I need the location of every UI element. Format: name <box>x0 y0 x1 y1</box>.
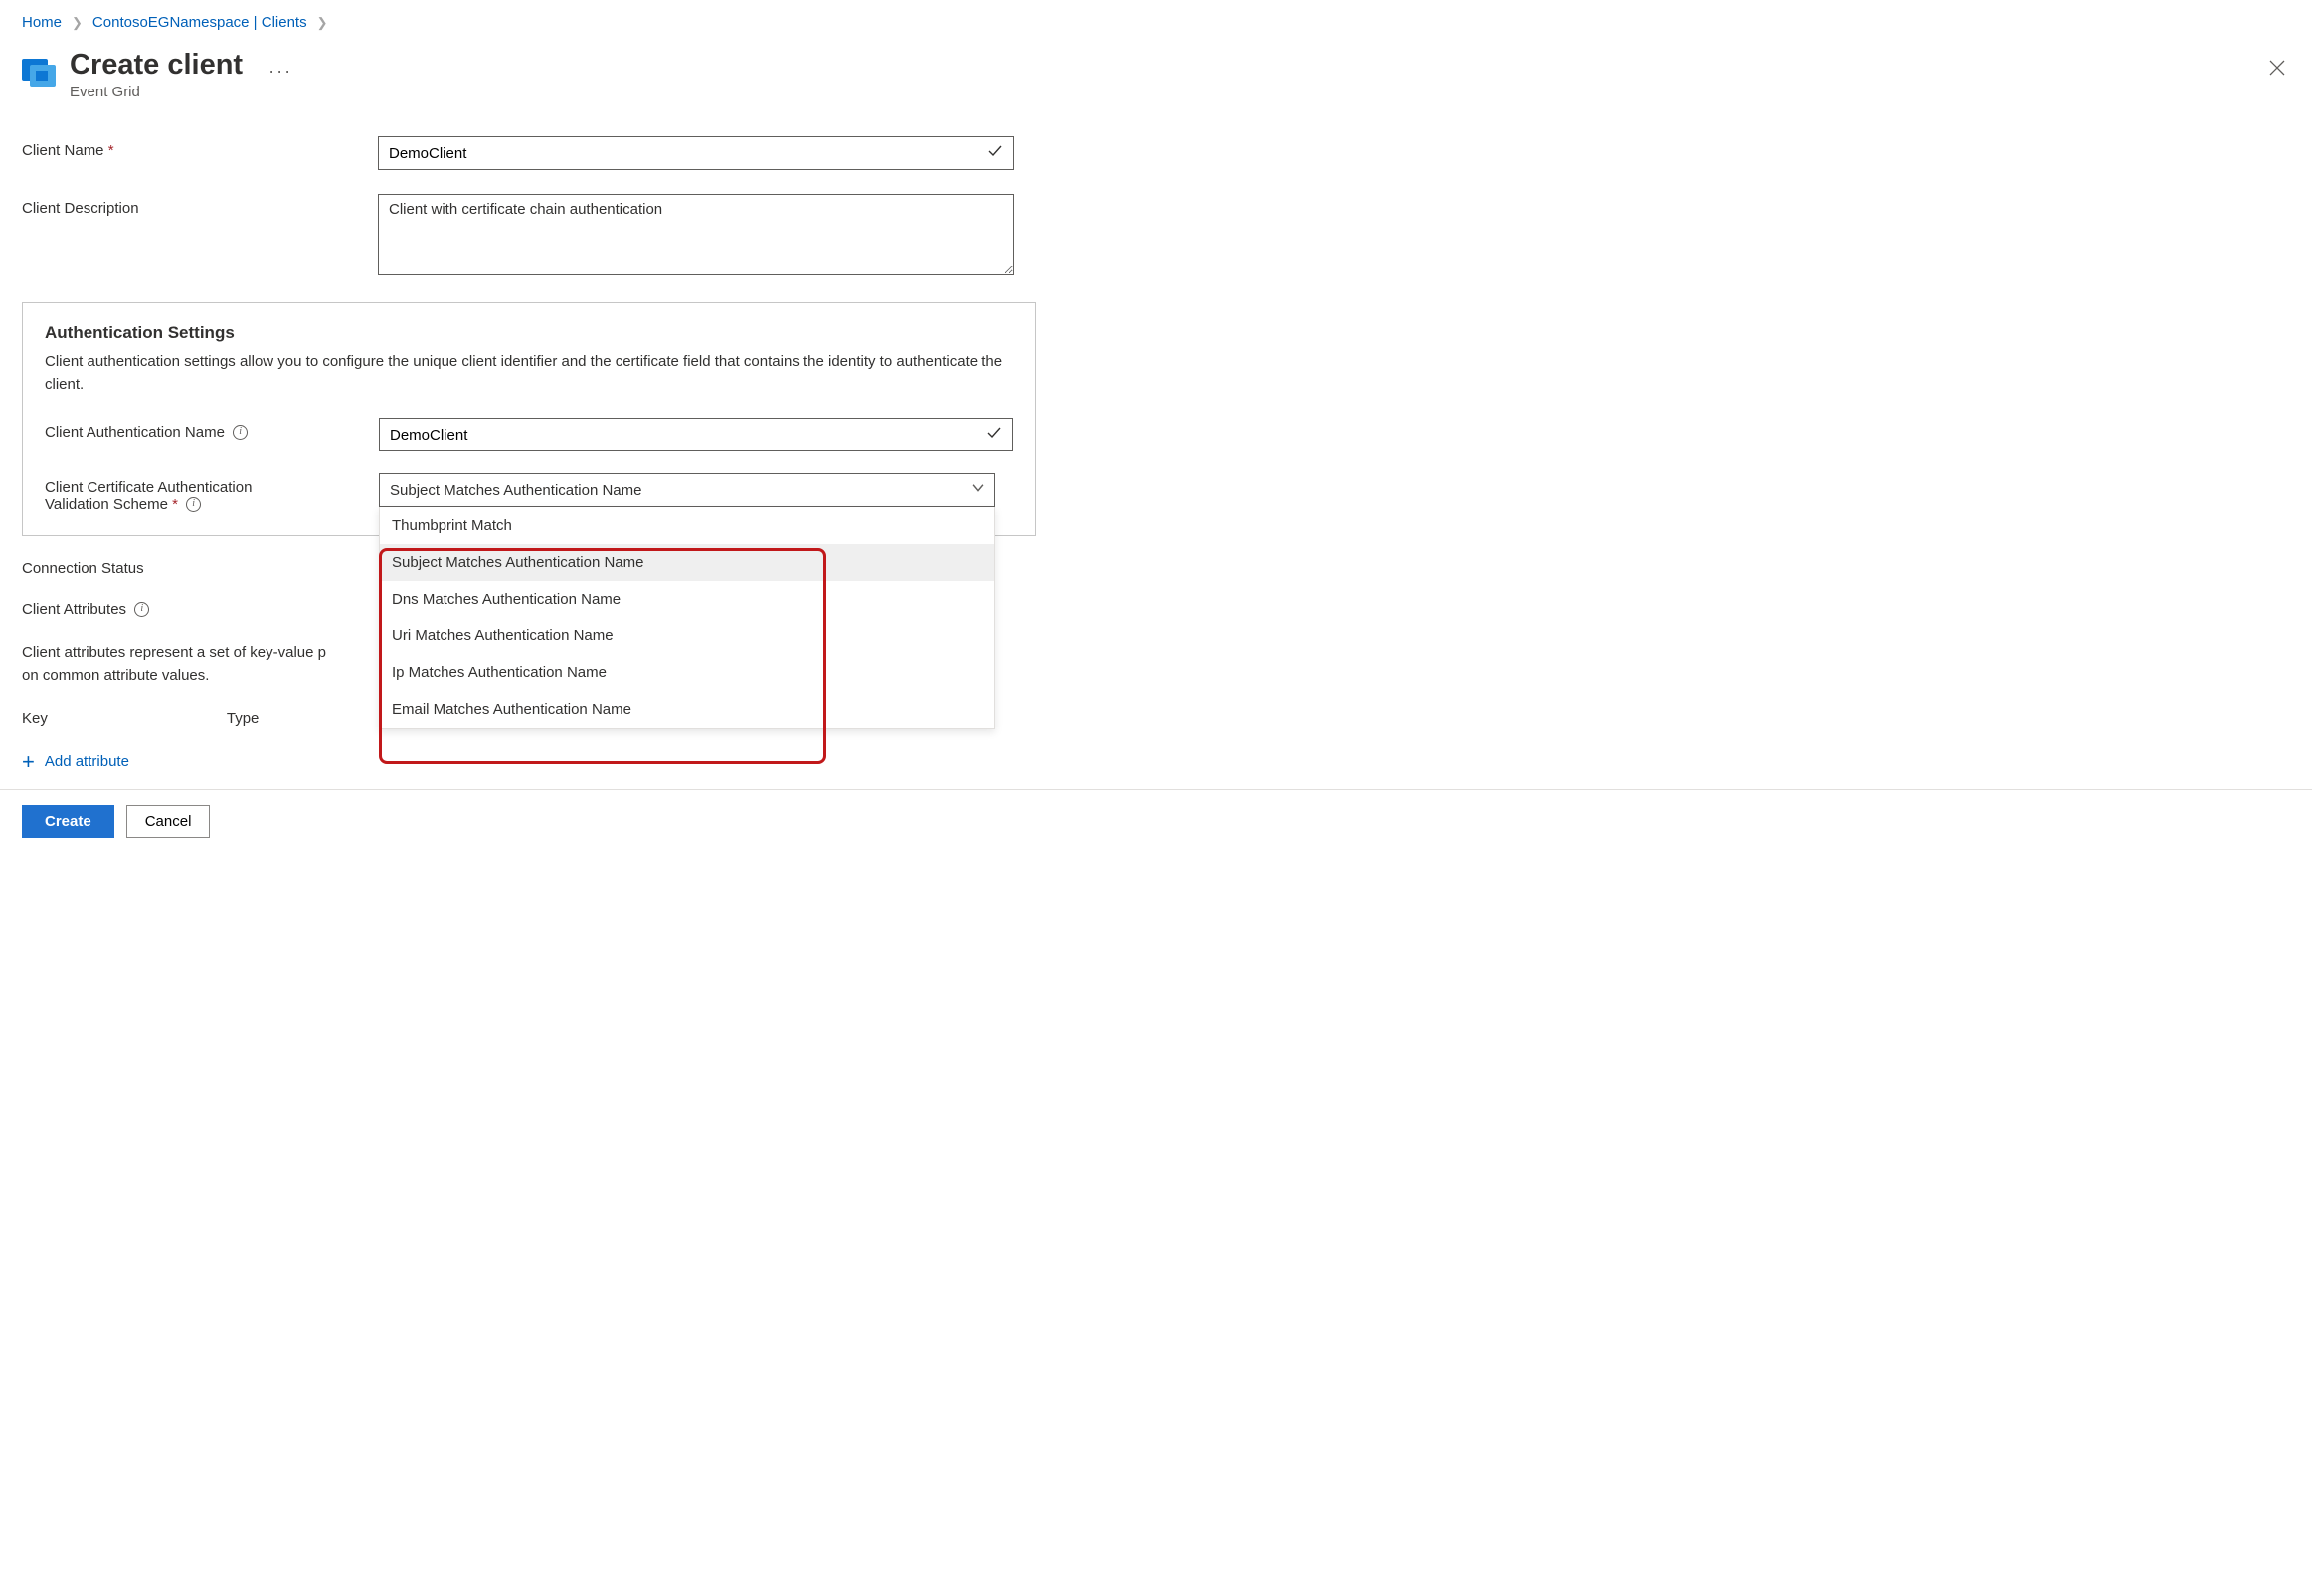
key-column-label: Key <box>22 710 48 727</box>
chevron-right-icon: ❯ <box>72 15 83 31</box>
auth-settings-description: Client authentication settings allow you… <box>45 351 1013 396</box>
footer-actions: Create Cancel <box>0 789 2312 854</box>
validation-scheme-value: Subject Matches Authentication Name <box>390 482 641 499</box>
validation-scheme-dropdown: Thumbprint Match Subject Matches Authent… <box>379 507 995 729</box>
client-name-field[interactable] <box>389 145 981 162</box>
client-name-label: Client Name * <box>22 136 378 159</box>
client-description-label: Client Description <box>22 194 378 217</box>
dropdown-option[interactable]: Email Matches Authentication Name <box>380 691 994 728</box>
cancel-button[interactable]: Cancel <box>126 805 211 838</box>
auth-settings-heading: Authentication Settings <box>45 323 1013 343</box>
validation-scheme-row: Client Certificate Authentication Valida… <box>45 473 1013 513</box>
page-header: Create client Event Grid ··· <box>22 49 2290 100</box>
validation-scheme-label: Client Certificate Authentication Valida… <box>45 473 379 513</box>
dropdown-option[interactable]: Thumbprint Match <box>380 507 994 544</box>
event-grid-icon <box>22 55 56 89</box>
check-icon <box>986 425 1002 444</box>
add-attribute-button[interactable]: + Add attribute <box>22 751 129 773</box>
more-actions-button[interactable]: ··· <box>268 61 292 82</box>
breadcrumb-namespace[interactable]: ContosoEGNamespace | Clients <box>92 14 307 31</box>
info-icon[interactable]: i <box>233 425 248 440</box>
client-auth-name-field[interactable] <box>390 427 980 443</box>
page-subtitle: Event Grid <box>70 84 243 100</box>
dropdown-option[interactable]: Subject Matches Authentication Name <box>380 544 994 581</box>
client-name-input[interactable] <box>378 136 1014 170</box>
client-auth-name-label: Client Authentication Name i <box>45 418 379 441</box>
authentication-settings-box: Authentication Settings Client authentic… <box>22 302 1036 536</box>
client-auth-name-input[interactable] <box>379 418 1013 451</box>
breadcrumb-home[interactable]: Home <box>22 14 62 31</box>
chevron-right-icon: ❯ <box>317 15 328 31</box>
check-icon <box>987 143 1003 163</box>
create-button[interactable]: Create <box>22 805 114 838</box>
validation-scheme-select[interactable]: Subject Matches Authentication Name <box>379 473 995 507</box>
type-column-label: Type <box>227 710 260 727</box>
info-icon[interactable]: i <box>186 497 201 512</box>
dropdown-option[interactable]: Uri Matches Authentication Name <box>380 618 994 654</box>
dropdown-option[interactable]: Dns Matches Authentication Name <box>380 581 994 618</box>
breadcrumb: Home ❯ ContosoEGNamespace | Clients ❯ <box>22 14 2290 31</box>
info-icon[interactable]: i <box>134 602 149 617</box>
dropdown-option[interactable]: Ip Matches Authentication Name <box>380 654 994 691</box>
client-description-row: Client Description Client with certifica… <box>22 194 1036 278</box>
client-auth-name-row: Client Authentication Name i <box>45 418 1013 451</box>
client-name-row: Client Name * <box>22 136 1036 170</box>
close-button[interactable] <box>2264 53 2290 87</box>
plus-icon: + <box>22 751 35 773</box>
client-description-input[interactable]: Client with certificate chain authentica… <box>378 194 1014 275</box>
chevron-down-icon <box>972 482 984 499</box>
page-title: Create client <box>70 49 243 82</box>
add-attribute-label: Add attribute <box>45 753 129 770</box>
